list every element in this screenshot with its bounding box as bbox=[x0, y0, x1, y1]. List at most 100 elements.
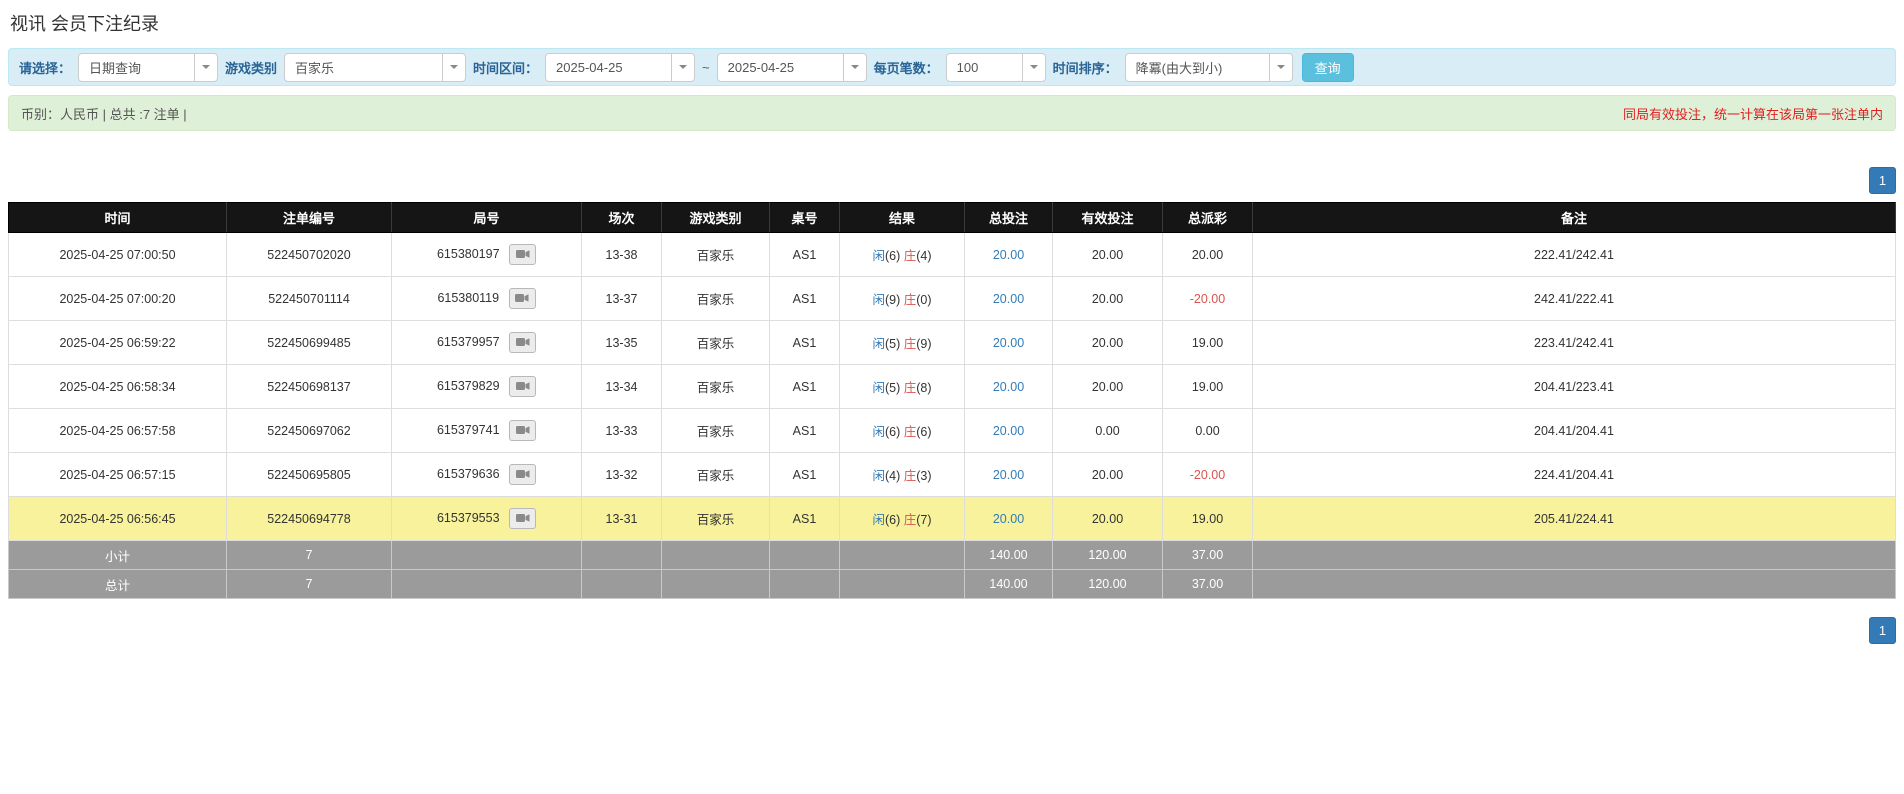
player-result: 闲 bbox=[872, 381, 885, 395]
game-type-cell: 百家乐 bbox=[661, 232, 770, 277]
video-camera-icon bbox=[515, 468, 530, 482]
summary-row-label: 总计 bbox=[8, 569, 227, 599]
table-row: 2025-04-25 07:00:20 522450701114 615380119… bbox=[8, 276, 1896, 321]
total-bet-link[interactable]: 20.00 bbox=[993, 336, 1024, 350]
column-header: 总派彩 bbox=[1162, 202, 1253, 233]
video-replay-button[interactable] bbox=[509, 332, 537, 353]
table-row: 2025-04-25 06:59:22 522450699485 615379957… bbox=[8, 320, 1896, 365]
total-bet-link[interactable]: 20.00 bbox=[993, 424, 1024, 438]
result-cell: 闲(9) 庄(0) bbox=[839, 276, 965, 321]
valid-bet-cell: 20.00 bbox=[1052, 232, 1163, 277]
filter-bar: 请选择： 日期查询 游戏类别 百家乐 时间区间： 2025-04-25 ~ 20… bbox=[8, 48, 1896, 86]
payout-cell: -20.00 bbox=[1162, 276, 1253, 321]
bet-id-cell: 522450695805 bbox=[226, 452, 392, 497]
player-result: 闲 bbox=[872, 425, 885, 439]
banker-result: 庄 bbox=[903, 513, 917, 527]
total-bet-cell: 20.00 bbox=[964, 452, 1053, 497]
search-button[interactable]: 查询 bbox=[1301, 52, 1354, 82]
date-from-select[interactable]: 2025-04-25 bbox=[545, 52, 696, 82]
page-size-select[interactable]: 100 bbox=[945, 52, 1046, 82]
game-type-value: 百家乐 bbox=[295, 60, 335, 76]
table-no-cell: AS1 bbox=[769, 320, 840, 365]
query-type-value: 日期查询 bbox=[89, 60, 142, 76]
table-no-cell: AS1 bbox=[769, 276, 840, 321]
summary-payout: 37.00 bbox=[1162, 569, 1253, 599]
table-row: 2025-04-25 06:57:58 522450697062 615379741… bbox=[8, 408, 1896, 453]
column-header: 场次 bbox=[581, 202, 662, 233]
note-cell: 224.41/204.41 bbox=[1252, 452, 1896, 497]
chevron-down-icon bbox=[842, 53, 866, 81]
summary-valid-bet: 120.00 bbox=[1052, 569, 1163, 599]
video-camera-icon bbox=[515, 424, 530, 438]
total-bet-link[interactable]: 20.00 bbox=[993, 292, 1024, 306]
total-bet-link[interactable]: 20.00 bbox=[993, 380, 1024, 394]
table-no-cell: AS1 bbox=[769, 232, 840, 277]
time-cell: 2025-04-25 06:57:15 bbox=[8, 452, 227, 497]
video-replay-button[interactable] bbox=[509, 244, 537, 265]
game-type-cell: 百家乐 bbox=[661, 496, 770, 541]
result-cell: 闲(5) 庄(8) bbox=[839, 364, 965, 409]
video-replay-button[interactable] bbox=[509, 376, 537, 397]
sort-order-value: 降冪(由大到小) bbox=[1135, 60, 1223, 76]
table-no-cell: AS1 bbox=[769, 496, 840, 541]
game-type-select[interactable]: 百家乐 bbox=[284, 52, 467, 82]
summary-row: 总计 7 140.00 120.00 37.00 bbox=[8, 569, 1896, 599]
payout-cell: 19.00 bbox=[1162, 496, 1253, 541]
pagination-page-1[interactable]: 1 bbox=[1869, 617, 1896, 644]
round-id-cell: 615379636 bbox=[391, 452, 582, 497]
summary-total-bet: 140.00 bbox=[964, 569, 1053, 599]
sort-order-select[interactable]: 降冪(由大到小) bbox=[1124, 52, 1293, 82]
chevron-down-icon bbox=[671, 53, 694, 81]
query-type-select[interactable]: 日期查询 bbox=[78, 52, 219, 82]
video-camera-icon bbox=[515, 380, 530, 394]
bet-id-cell: 522450694778 bbox=[226, 496, 392, 541]
valid-bet-cell: 20.00 bbox=[1052, 496, 1163, 541]
player-result: 闲 bbox=[872, 249, 885, 263]
table-no-cell: AS1 bbox=[769, 408, 840, 453]
video-replay-button[interactable] bbox=[508, 288, 536, 309]
total-bet-link[interactable]: 20.00 bbox=[993, 512, 1024, 526]
result-cell: 闲(4) 庄(3) bbox=[839, 452, 965, 497]
round-id-cell: 615379829 bbox=[391, 364, 582, 409]
banker-result: 庄 bbox=[903, 337, 917, 351]
total-bet-cell: 20.00 bbox=[964, 408, 1053, 453]
total-bet-link[interactable]: 20.00 bbox=[993, 468, 1024, 482]
video-replay-button[interactable] bbox=[509, 420, 537, 441]
date-to-select[interactable]: 2025-04-25 bbox=[716, 52, 867, 82]
table-no-cell: AS1 bbox=[769, 364, 840, 409]
bet-records-table: 时间 注单编号 局号 场次 游戏类别 桌号 结果 总投注 有效投注 总派彩 备注 2025-04-2… bbox=[8, 202, 1896, 599]
table-row: 2025-04-25 06:57:15 522450695805 615379636… bbox=[8, 452, 1896, 497]
payout-cell: -20.00 bbox=[1162, 452, 1253, 497]
valid-bet-cell: 20.00 bbox=[1052, 320, 1163, 365]
valid-bet-cell: 0.00 bbox=[1052, 408, 1163, 453]
bet-id-cell: 522450699485 bbox=[226, 320, 392, 365]
player-result: 闲 bbox=[872, 469, 885, 483]
video-replay-button[interactable] bbox=[509, 508, 537, 529]
total-bet-link[interactable]: 20.00 bbox=[993, 248, 1024, 262]
valid-bet-cell: 20.00 bbox=[1052, 364, 1163, 409]
summary-notice-text: 同局有效投注，统一计算在该局第一张注单内 bbox=[1622, 106, 1883, 122]
round-id-cell: 615379553 bbox=[391, 496, 582, 541]
bet-id-cell: 522450698137 bbox=[226, 364, 392, 409]
total-bet-cell: 20.00 bbox=[964, 232, 1053, 277]
video-replay-button[interactable] bbox=[509, 464, 537, 485]
bet-id-cell: 522450702020 bbox=[226, 232, 392, 277]
pagination-bottom: 1 bbox=[8, 617, 1896, 644]
summary-row-label: 小计 bbox=[8, 540, 227, 570]
column-header: 时间 bbox=[8, 202, 227, 233]
summary-total-bet: 140.00 bbox=[964, 540, 1053, 570]
banker-result: 庄 bbox=[903, 469, 917, 483]
time-cell: 2025-04-25 07:00:20 bbox=[8, 276, 227, 321]
total-bet-cell: 20.00 bbox=[964, 364, 1053, 409]
column-header: 有效投注 bbox=[1052, 202, 1163, 233]
round-id-cell: 615379957 bbox=[391, 320, 582, 365]
banker-result: 庄 bbox=[903, 425, 917, 439]
sort-order-label: 时间排序： bbox=[1052, 60, 1118, 76]
total-bet-cell: 20.00 bbox=[964, 276, 1053, 321]
round-id-cell: 615380119 bbox=[391, 276, 582, 321]
date-to-value: 2025-04-25 bbox=[727, 59, 795, 75]
summary-row-count: 7 bbox=[226, 569, 392, 599]
pagination-page-1[interactable]: 1 bbox=[1869, 167, 1896, 194]
banker-result: 庄 bbox=[903, 249, 917, 263]
session-cell: 13-31 bbox=[581, 496, 662, 541]
